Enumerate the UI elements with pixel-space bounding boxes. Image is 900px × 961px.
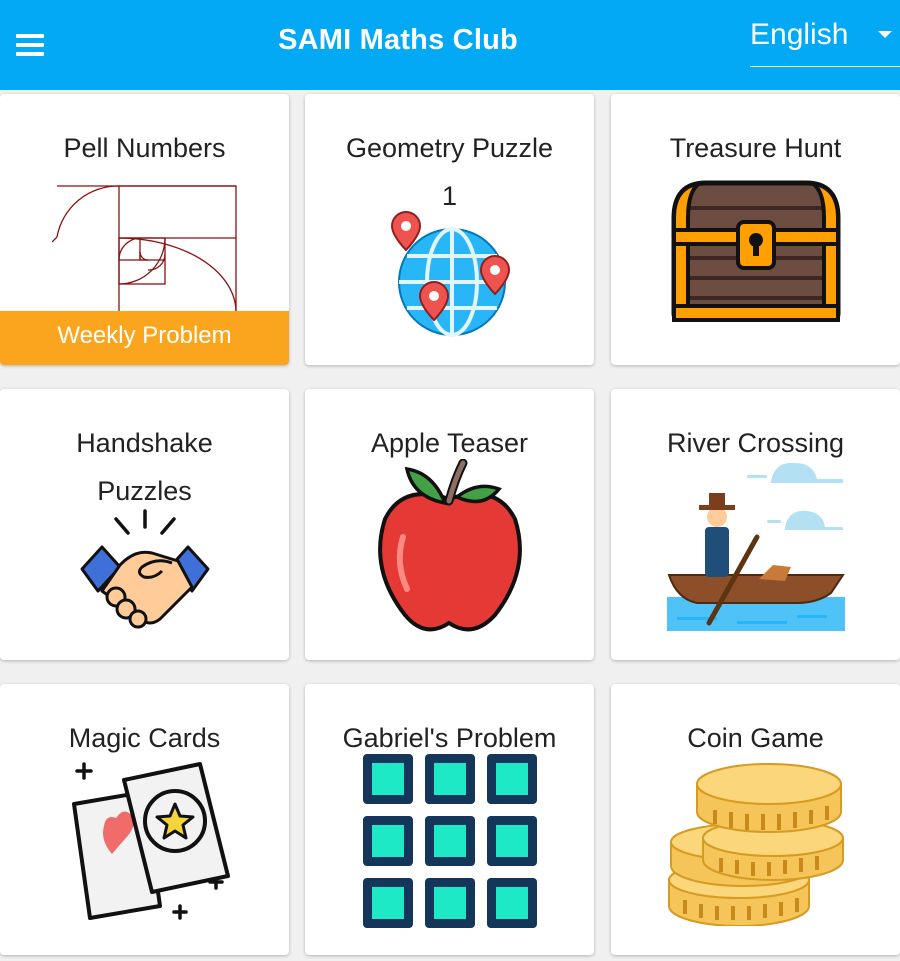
card-gabriels-problem[interactable]: Gabriel's Problem [305, 684, 594, 955]
card-treasure-hunt[interactable]: Treasure Hunt [611, 94, 900, 365]
card-magic-cards[interactable]: Magic Cards [0, 684, 289, 955]
card-title: Treasure Hunt [669, 133, 842, 163]
card-coin-game[interactable]: Coin Game [611, 684, 900, 955]
globe-pins-icon [387, 210, 517, 340]
card-title: Handshake Puzzles [76, 428, 213, 506]
card-title: Coin Game [687, 723, 824, 753]
card-title: Geometry Puzzle 1 [345, 133, 554, 211]
treasure-chest-icon [666, 178, 846, 324]
card-title: Pell Numbers [63, 133, 226, 163]
apple-icon [373, 459, 527, 635]
golden-spiral-icon [52, 182, 238, 314]
magic-cards-icon [60, 756, 232, 926]
card-river-crossing[interactable]: River Crossing [611, 389, 900, 660]
card-geometry-puzzle[interactable]: Geometry Puzzle 1 [305, 94, 594, 365]
coins-icon [667, 762, 845, 926]
card-apple-teaser[interactable]: Apple Teaser [305, 389, 594, 660]
card-title: Magic Cards [68, 723, 221, 753]
language-selected: English [750, 18, 849, 51]
card-pell-numbers[interactable]: Pell Numbers Weekly Problem [0, 94, 289, 365]
handshake-icon [80, 507, 210, 635]
card-handshake-puzzles[interactable]: Handshake Puzzles [0, 389, 289, 660]
weekly-problem-badge: Weekly Problem [0, 311, 289, 365]
grid-squares-icon [363, 754, 537, 930]
dropdown-caret-icon [878, 31, 892, 38]
language-dropdown[interactable]: English [750, 16, 900, 67]
boat-icon [667, 457, 845, 637]
app-bar: SAMI Maths Club English [0, 0, 900, 90]
app-title: SAMI Maths Club [278, 24, 518, 56]
